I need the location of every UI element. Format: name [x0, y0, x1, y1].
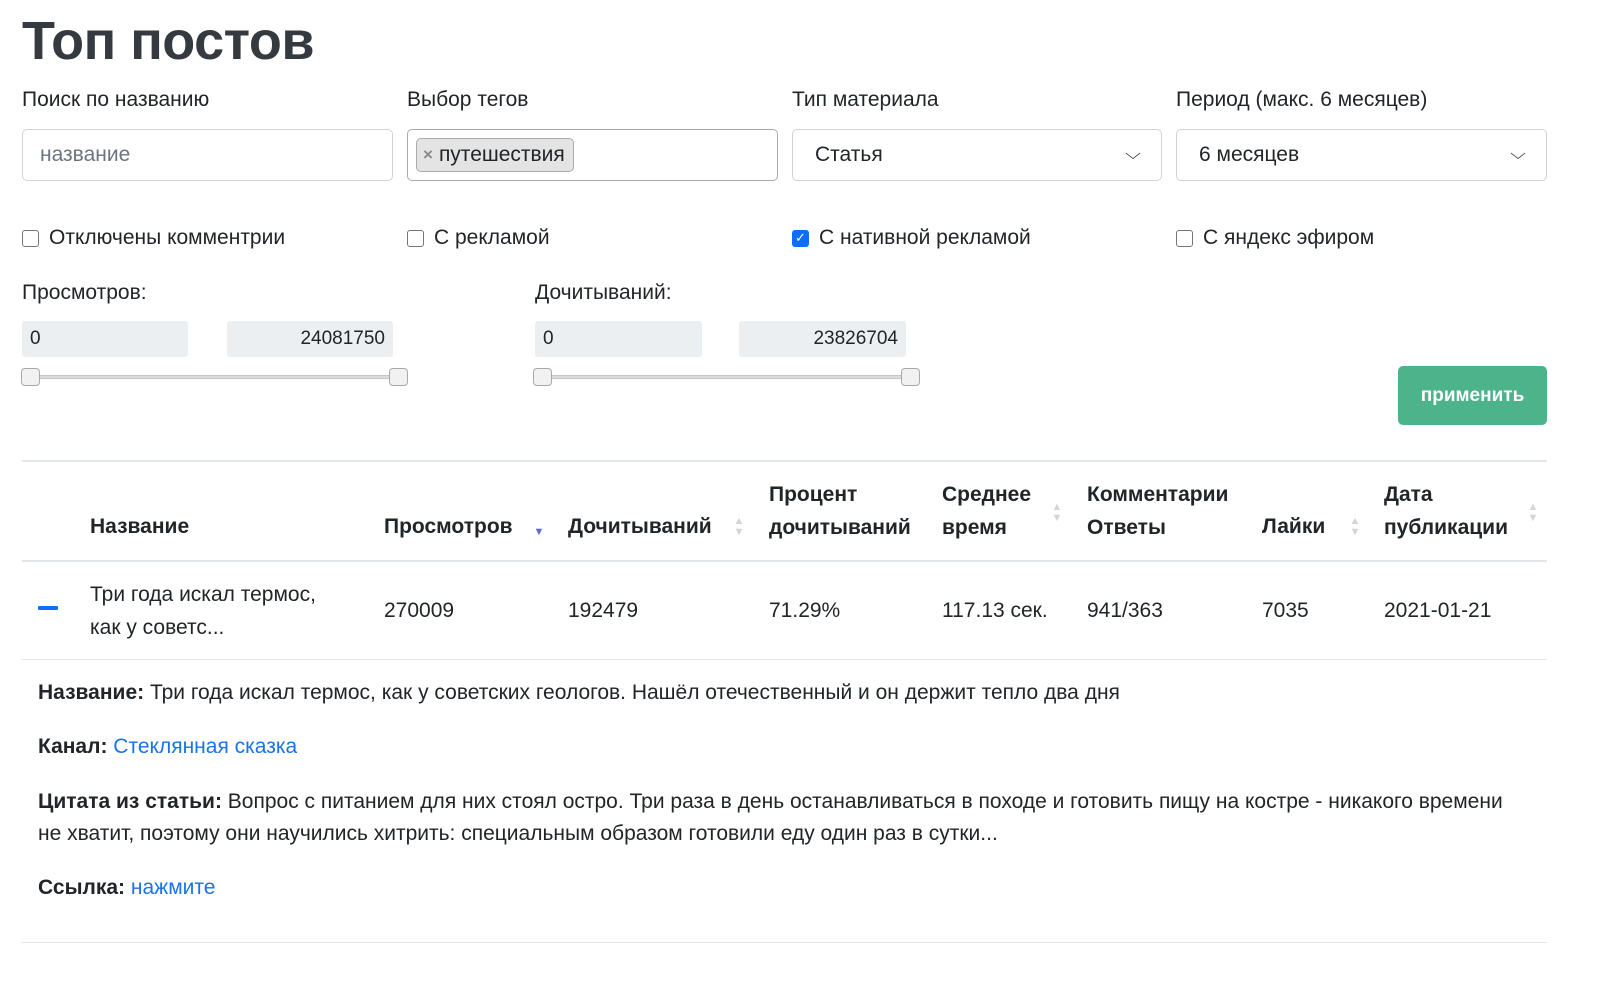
apply-button[interactable]: применить: [1398, 366, 1547, 425]
row-date: 2021-01-21: [1384, 599, 1492, 622]
checkbox-label: Отключены комментрии: [49, 226, 286, 249]
row-name-line: как у советс...: [90, 616, 225, 639]
period-select[interactable]: 6 месяцев ⌵: [1176, 129, 1547, 181]
reads-slider-min-handle[interactable]: [533, 368, 552, 386]
checkbox-comments-disabled[interactable]: Отключены комментрии: [22, 226, 285, 250]
sort-arrows-icon[interactable]: ▲ ▼: [1349, 516, 1361, 538]
detail-quote-value: Вопрос с питанием для них стоял остро. Т…: [38, 790, 1503, 845]
checkbox-label: С яндекс эфиром: [1203, 226, 1375, 249]
sort-arrows-icon[interactable]: ▲ ▼: [1051, 502, 1063, 524]
reads-max-input[interactable]: 23826704: [739, 321, 906, 357]
checkbox-label: С рекламой: [434, 226, 550, 249]
row-likes: 7035: [1262, 599, 1309, 622]
column-header-views[interactable]: Просмотров: [384, 510, 513, 543]
tag-remove-icon[interactable]: ×: [423, 145, 433, 165]
views-slider-max-handle[interactable]: [389, 368, 408, 386]
column-header-reads[interactable]: Дочитываний: [568, 510, 712, 543]
checkbox-label: С нативной рекламой: [819, 226, 1031, 249]
row-avg-time: 117.13 сек.: [942, 599, 1048, 622]
views-slider-min-handle[interactable]: [21, 368, 40, 386]
reads-slider-track[interactable]: [541, 375, 917, 379]
page-title: Топ постов: [22, 11, 315, 71]
header-line: время: [942, 516, 1007, 539]
tags-select[interactable]: × путешествия: [407, 129, 778, 181]
tag-chip: × путешествия: [416, 138, 574, 172]
tags-label: Выбор тегов: [407, 88, 529, 111]
sort-desc-icon[interactable]: ▼: [533, 527, 545, 538]
header-line: публикации: [1384, 516, 1508, 539]
checkbox-icon[interactable]: [407, 229, 424, 247]
header-line: Среднее: [942, 483, 1032, 506]
sort-arrows-icon[interactable]: ▲ ▼: [733, 516, 745, 538]
material-type-label: Тип материала: [792, 88, 939, 111]
row-reads: 192479: [568, 599, 639, 622]
detail-name-label: Название:: [38, 681, 145, 704]
header-line: Комментарии: [1087, 483, 1229, 506]
header-divider: [22, 560, 1547, 562]
divider: [22, 460, 1547, 462]
header-line: Ответы: [1087, 516, 1166, 539]
views-slider-track[interactable]: [28, 375, 404, 379]
checkbox-native-ads[interactable]: ✓ С нативной рекламой: [792, 226, 1031, 250]
period-label: Период (макс. 6 месяцев): [1176, 88, 1428, 111]
article-link[interactable]: нажмите: [131, 876, 216, 899]
row-name-line: Три года искал термос,: [90, 583, 316, 606]
checkbox-yandex-air[interactable]: С яндекс эфиром: [1176, 226, 1374, 250]
row-name: Три года искал термос, как у советс...: [90, 578, 316, 644]
period-value: 6 месяцев: [1199, 143, 1300, 166]
checkbox-with-ads[interactable]: С рекламой: [407, 226, 550, 250]
row-divider: [22, 659, 1547, 660]
checkbox-checked-icon[interactable]: ✓: [792, 229, 809, 247]
reads-range-label: Дочитываний:: [535, 281, 672, 304]
detail-quote-label: Цитата из статьи:: [38, 790, 222, 813]
header-line: Процент: [769, 483, 858, 506]
column-header-read-percent[interactable]: Процент дочитываний: [769, 478, 911, 544]
material-type-value: Статья: [815, 143, 883, 166]
views-min-input[interactable]: 0: [22, 321, 188, 357]
collapse-row-icon[interactable]: [38, 606, 58, 610]
detail-link: Ссылка: нажмите: [38, 872, 1518, 904]
detail-quote: Цитата из статьи: Вопрос с питанием для …: [38, 786, 1518, 850]
column-header-date[interactable]: Дата публикации: [1384, 478, 1508, 544]
header-line: Дата: [1384, 483, 1433, 506]
detail-channel-label: Канал:: [38, 735, 108, 758]
search-input[interactable]: [22, 129, 393, 181]
column-header-avg-time[interactable]: Среднее время: [942, 478, 1031, 544]
material-type-select[interactable]: Статья ⌵: [792, 129, 1162, 181]
detail-name: Название: Три года искал термос, как у с…: [38, 677, 1518, 709]
row-views: 270009: [384, 599, 455, 622]
checkbox-icon[interactable]: [22, 229, 39, 247]
row-comments: 941/363: [1087, 599, 1163, 622]
detail-link-label: Ссылка:: [38, 876, 126, 899]
views-range-label: Просмотров:: [22, 281, 147, 304]
header-line: дочитываний: [769, 516, 911, 539]
column-header-comments[interactable]: Комментарии Ответы: [1087, 478, 1228, 544]
chevron-down-icon: ⌵: [1125, 146, 1141, 163]
sort-arrows-icon[interactable]: ▲ ▼: [1527, 502, 1539, 524]
views-max-input[interactable]: 24081750: [227, 321, 393, 357]
detail-channel: Канал: Стеклянная сказка: [38, 731, 1518, 763]
reads-slider-max-handle[interactable]: [901, 368, 920, 386]
channel-link[interactable]: Стеклянная сказка: [113, 735, 297, 758]
column-header-name[interactable]: Название: [90, 510, 189, 543]
detail-name-value: Три года искал термос, как у советских г…: [149, 681, 1120, 704]
search-label: Поиск по названию: [22, 88, 210, 111]
chevron-down-icon: ⌵: [1510, 146, 1526, 163]
reads-min-input[interactable]: 0: [535, 321, 702, 357]
tag-chip-label: путешествия: [438, 143, 565, 166]
row-read-percent: 71.29%: [769, 599, 841, 622]
column-header-likes[interactable]: Лайки: [1262, 510, 1325, 543]
bottom-divider: [22, 942, 1547, 943]
checkbox-icon[interactable]: [1176, 229, 1193, 247]
